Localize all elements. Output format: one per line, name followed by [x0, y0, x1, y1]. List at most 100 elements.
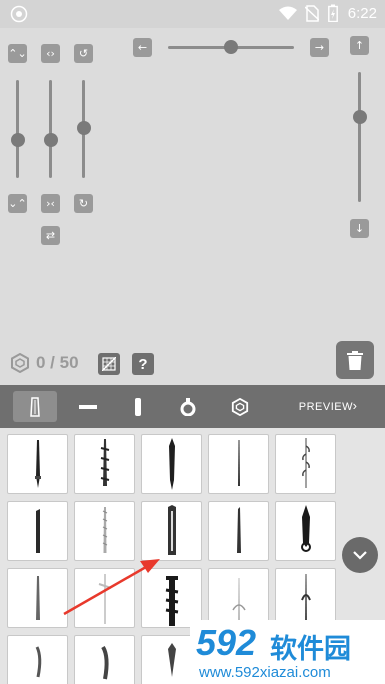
handle-tab[interactable]	[13, 391, 57, 422]
part-thumbnail-handle-1[interactable]	[7, 434, 68, 494]
vertical-position-slider[interactable]	[358, 72, 361, 202]
counter-text: 0 / 50	[36, 353, 79, 372]
handle-6-icon	[35, 509, 40, 553]
part-thumbnail-handle-8[interactable]	[141, 501, 202, 561]
rotate-right-icon: ↻	[78, 197, 89, 210]
handle-10-icon	[300, 505, 311, 552]
editor-workspace: ⌃⌄ ‹› ↺ ⌄⌃ ›‹ ↻ ⇄ ← → ↑ ↓ 0 / 50 ?	[0, 28, 385, 385]
arrow-right-icon: →	[314, 41, 325, 54]
expand-vertical-icon: ⌃⌄	[8, 47, 27, 60]
handle-icon	[30, 396, 40, 417]
part-thumbnail-handle-17[interactable]	[74, 635, 135, 684]
move-down-button[interactable]: ↓	[350, 219, 369, 238]
watermark-brand: 软件园	[270, 634, 351, 665]
part-thumbnail-handle-10[interactable]	[275, 501, 336, 561]
rotate-left-icon: ↺	[78, 47, 89, 60]
parts-category-toolbar: PREVIEW ›	[0, 385, 385, 428]
part-thumbnail-handle-12[interactable]	[74, 568, 135, 628]
no-sim-icon	[305, 5, 319, 22]
part-thumbnail-handle-4[interactable]	[208, 434, 269, 494]
part-thumbnail-handle-16[interactable]	[7, 635, 68, 684]
pommel-icon	[180, 397, 196, 416]
handle-15-icon	[300, 574, 311, 624]
part-thumbnail-handle-14[interactable]	[208, 568, 269, 628]
part-thumbnail-handle-15[interactable]	[275, 568, 336, 628]
scroll-down-button[interactable]	[342, 537, 378, 573]
shrink-horizontal-button[interactable]: ›‹	[41, 194, 60, 213]
help-label: ?	[138, 355, 148, 373]
handle-18-icon	[167, 643, 176, 677]
trash-icon	[347, 350, 363, 370]
part-thumbnail-handle-11[interactable]	[7, 568, 68, 628]
gem-icon	[231, 397, 249, 416]
delete-button[interactable]	[336, 341, 374, 379]
rotation-slider-handle[interactable]	[77, 121, 91, 135]
handle-7-icon	[102, 507, 107, 553]
texture-toggle-button[interactable]	[98, 353, 120, 375]
vertical-position-slider-handle[interactable]	[353, 110, 367, 124]
part-thumbnail-handle-3[interactable]	[141, 434, 202, 494]
grip-tab[interactable]	[120, 391, 156, 422]
arrow-down-icon: ↓	[354, 222, 365, 235]
help-button[interactable]: ?	[132, 353, 154, 375]
battery-charging-icon	[328, 4, 338, 22]
part-thumbnail-handle-6[interactable]	[7, 501, 68, 561]
part-thumbnail-handle-13[interactable]	[141, 568, 202, 628]
parts-counter: 0 / 50	[10, 353, 79, 373]
expand-horizontal-button[interactable]: ‹›	[41, 44, 60, 63]
status-bar: 6:22	[0, 0, 385, 28]
rotate-counterclockwise-button[interactable]: ↺	[74, 44, 93, 63]
chevron-right-icon: ›	[352, 398, 357, 413]
part-thumbnail-handle-5[interactable]	[275, 434, 336, 494]
horizontal-scale-slider-handle[interactable]	[44, 133, 58, 147]
move-left-button[interactable]: ←	[133, 38, 152, 57]
shrink-vertical-icon: ⌄⌃	[8, 197, 27, 210]
horizontal-scale-slider[interactable]	[49, 80, 52, 178]
handle-1-icon	[34, 440, 41, 488]
handle-11-icon	[35, 576, 40, 620]
part-thumbnail-handle-2[interactable]	[74, 434, 135, 494]
handle-2-icon	[100, 439, 109, 486]
app-notification-icon	[10, 5, 28, 23]
handle-14-icon	[231, 578, 246, 622]
move-up-button[interactable]: ↑	[350, 36, 369, 55]
expand-horizontal-icon: ‹›	[46, 47, 55, 60]
preview-button[interactable]: PREVIEW	[299, 401, 353, 413]
handle-16-icon	[35, 646, 41, 678]
handle-13-icon	[165, 576, 178, 626]
swap-button[interactable]: ⇄	[41, 226, 60, 245]
gem-tab[interactable]	[222, 391, 258, 422]
shrink-horizontal-icon: ›‹	[46, 197, 55, 210]
horizontal-position-slider-handle[interactable]	[224, 40, 238, 54]
rotate-clockwise-button[interactable]: ↻	[74, 194, 93, 213]
handle-12-icon	[98, 574, 111, 624]
guard-tab[interactable]	[70, 391, 106, 422]
vertical-scale-slider-handle[interactable]	[11, 133, 25, 147]
expand-vertical-button[interactable]: ⌃⌄	[8, 44, 27, 63]
watermark: 592 软件园 www.592xiazai.com	[190, 620, 385, 684]
handle-4-icon	[237, 440, 240, 486]
handle-17-icon	[100, 645, 109, 680]
arrow-left-icon: ←	[137, 41, 148, 54]
grip-icon	[135, 397, 141, 416]
part-thumbnail-handle-9[interactable]	[208, 501, 269, 561]
handle-8-icon	[167, 505, 176, 555]
move-right-button[interactable]: →	[310, 38, 329, 57]
watermark-url: www.592xiazai.com	[199, 664, 331, 681]
guard-icon	[79, 404, 97, 409]
wifi-icon	[279, 6, 297, 20]
handle-9-icon	[236, 507, 241, 553]
vertical-scale-slider[interactable]	[16, 80, 19, 178]
swap-arrows-icon: ⇄	[45, 229, 56, 242]
chevron-down-icon	[353, 550, 367, 560]
handle-3-icon	[168, 438, 175, 490]
pommel-tab[interactable]	[170, 391, 206, 422]
no-texture-icon	[102, 357, 116, 371]
handle-5-icon	[301, 438, 310, 488]
status-time: 6:22	[347, 5, 377, 22]
watermark-number: 592	[196, 622, 257, 663]
hexagon-gem-icon	[11, 353, 29, 373]
arrow-up-icon: ↑	[354, 39, 365, 52]
part-thumbnail-handle-7[interactable]	[74, 501, 135, 561]
shrink-vertical-button[interactable]: ⌄⌃	[8, 194, 27, 213]
